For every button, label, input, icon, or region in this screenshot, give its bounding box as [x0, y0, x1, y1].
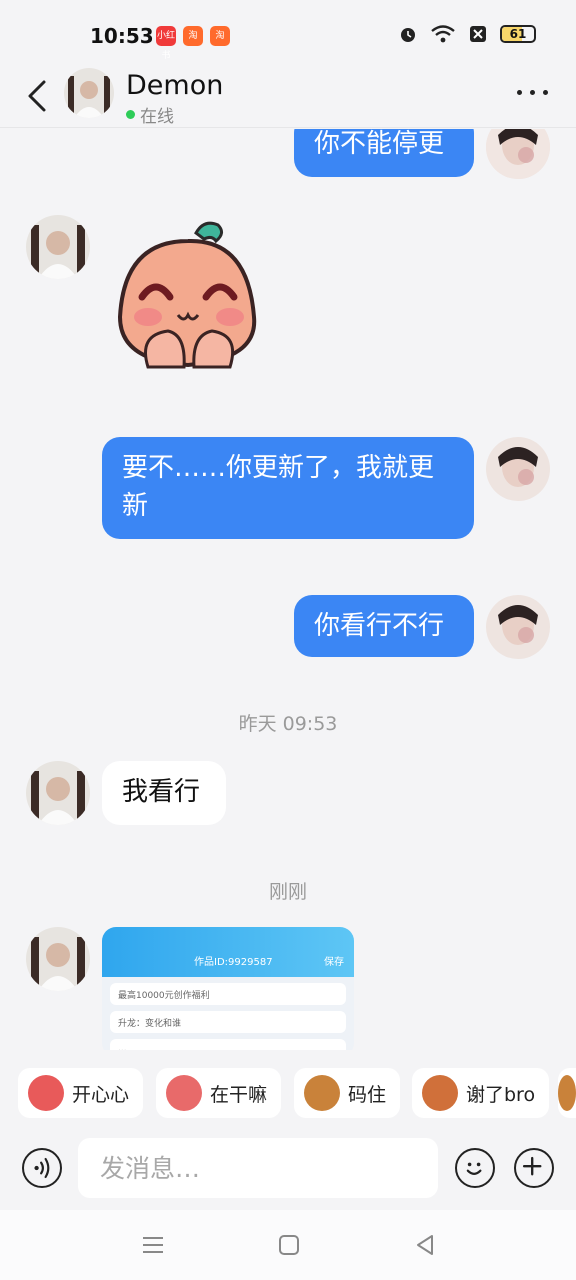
back-button[interactable] — [22, 76, 52, 116]
quick-sticker-bar: 开心心 在干嘛 码住 谢了bro — [0, 1050, 576, 1138]
quick-sticker-bookmark[interactable]: 码住 — [294, 1068, 401, 1118]
message-input[interactable] — [78, 1138, 438, 1198]
sticker-icon — [166, 1075, 202, 1111]
wifi-icon — [431, 25, 455, 43]
system-nav-bar — [0, 1210, 576, 1280]
menu-nav-icon[interactable] — [138, 1230, 168, 1260]
shared-screenshot-image[interactable]: 作品ID:9929587 保存 最高10000元创作福利 升龙：变化和谁 ... — [102, 927, 354, 1050]
peach-sticker[interactable] — [108, 219, 268, 379]
message-input-bar — [0, 1138, 576, 1210]
status-time: 10:53 — [90, 24, 154, 48]
back-nav-icon[interactable] — [410, 1230, 440, 1260]
home-nav-icon[interactable] — [274, 1230, 304, 1260]
more-actions-button[interactable] — [514, 1148, 554, 1188]
message-timestamp: 刚刚 — [268, 881, 307, 903]
voice-input-button[interactable] — [22, 1148, 62, 1188]
app-notification-icon: 淘 — [210, 26, 230, 46]
sticker-icon — [304, 1075, 340, 1111]
message-bubble-sent[interactable]: 要不……你更新了，我就更新 — [102, 437, 474, 539]
sticker-icon — [422, 1075, 458, 1111]
message-timestamp: 昨天 09:53 — [238, 713, 338, 735]
message-list[interactable]: 你不能停更 要不……你更新了，我就更新 你看行不行 昨天 09:53 我看行 刚… — [0, 129, 576, 1050]
more-options-button[interactable] — [517, 90, 548, 95]
online-status: 在线 — [126, 102, 174, 127]
status-bar: 10:53 小红书 淘 淘 61 — [0, 0, 576, 68]
battery-indicator: 61 — [500, 25, 536, 43]
quick-sticker-what-doing[interactable]: 在干嘛 — [156, 1068, 282, 1118]
contact-avatar[interactable] — [64, 68, 114, 118]
my-avatar[interactable] — [486, 595, 550, 659]
app-notification-icon: 小红书 — [156, 26, 176, 61]
contact-message-avatar[interactable] — [26, 761, 90, 825]
contact-message-avatar[interactable] — [26, 215, 90, 279]
message-bubble-sent[interactable]: 你不能停更 — [294, 129, 474, 177]
contact-name: Demon — [126, 70, 224, 101]
message-bubble-received[interactable]: 我看行 — [102, 761, 226, 825]
quick-sticker-more[interactable] — [558, 1068, 576, 1118]
quick-sticker-happy[interactable]: 开心心 — [18, 1068, 144, 1118]
online-dot-icon — [126, 110, 135, 119]
my-avatar[interactable] — [486, 129, 550, 179]
emoji-button[interactable] — [455, 1148, 495, 1188]
sticker-icon — [558, 1075, 576, 1111]
contact-message-avatar[interactable] — [26, 927, 90, 991]
quick-sticker-thanks[interactable]: 谢了bro — [412, 1068, 550, 1118]
sticker-icon — [28, 1075, 64, 1111]
app-notification-icon: 淘 — [183, 26, 203, 46]
message-bubble-sent[interactable]: 你看行不行 — [294, 595, 474, 657]
alarm-icon — [401, 28, 415, 42]
no-sim-icon — [470, 26, 486, 42]
my-avatar[interactable] — [486, 437, 550, 501]
chat-header: Demon 在线 — [0, 68, 576, 128]
